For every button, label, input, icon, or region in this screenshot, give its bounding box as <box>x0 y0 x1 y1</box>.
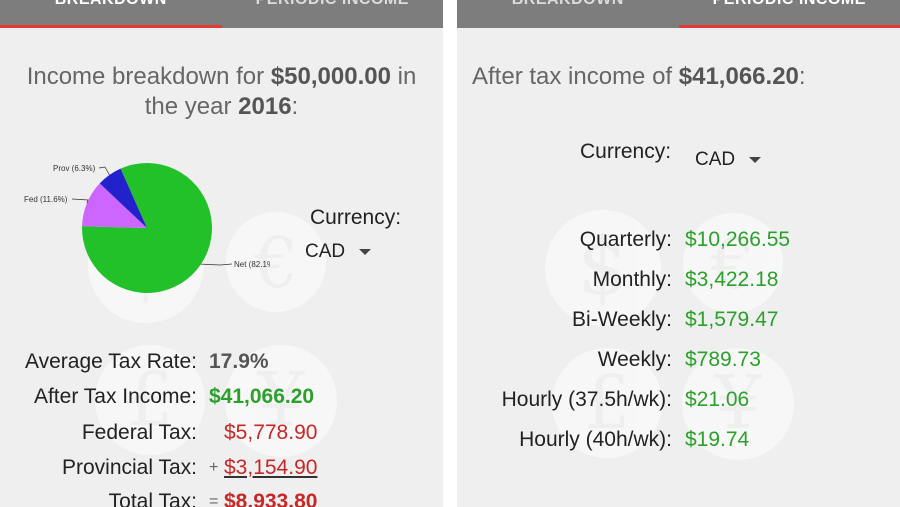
provincial-tax-value: $3,154.90 <box>224 456 318 479</box>
federal-tax-value: $5,778.90 <box>224 421 318 444</box>
tab-periodic-income[interactable]: PERIODIC INCOME <box>679 0 900 17</box>
tax-year: 2016 <box>238 93 292 120</box>
pie-label-prov: Prov (6.3%) <box>53 164 96 173</box>
caret-down-icon <box>749 156 762 163</box>
currency-dropdown[interactable]: CAD <box>305 241 372 263</box>
bi-weekly-label: Bi-Weekly: <box>572 308 672 331</box>
average-tax-rate-value: 17.9% <box>209 350 269 373</box>
tab-bar: BREAKDOWN PERIODIC INCOME <box>457 0 900 28</box>
currency-dropdown[interactable]: CAD <box>695 149 762 171</box>
pie-leader-net <box>201 263 233 266</box>
monthly-value: $3,422.18 <box>685 268 779 291</box>
total-tax-value: $8,933.80 <box>224 490 318 507</box>
average-tax-rate-label: Average Tax Rate: <box>25 350 197 373</box>
active-tab-indicator <box>678 25 900 28</box>
currency-value: CAD <box>305 241 346 262</box>
weekly-value: $789.73 <box>685 348 761 371</box>
hourly-40-value: $19.74 <box>685 428 750 451</box>
monthly-label: Monthly: <box>592 268 672 291</box>
tab-bar: BREAKDOWN PERIODIC INCOME <box>0 0 443 28</box>
breakdown-heading: Income breakdown for $50,000.00 in the y… <box>26 63 417 120</box>
tab-breakdown[interactable]: BREAKDOWN <box>0 0 222 17</box>
tab-periodic-income[interactable]: PERIODIC INCOME <box>222 0 444 17</box>
quarterly-label: Quarterly: <box>579 228 672 251</box>
bi-weekly-value: $1,579.47 <box>685 308 779 331</box>
periodic-income-panel: BREAKDOWN PERIODIC INCOME $ € £ ¥ After … <box>457 0 900 507</box>
caret-down-icon <box>359 248 372 255</box>
pie-label-fed: Fed (11.6%) <box>24 195 68 204</box>
pie-leader-prov <box>98 166 110 176</box>
federal-tax-label: Federal Tax: <box>81 421 197 444</box>
currency-label: Currency: <box>310 206 402 229</box>
pie-label-net: Net (82.1%) <box>234 260 270 269</box>
periodic-heading: After tax income of $41,066.20: <box>472 63 806 90</box>
equals-sign: = <box>209 493 219 507</box>
gross-income-amount: $50,000.00 <box>270 63 391 90</box>
after-tax-income-label: After Tax Income: <box>33 385 197 408</box>
income-pie-chart: Net (82.1%) Fed (11.6%) Prov (6.3%) <box>24 163 270 293</box>
after-tax-amount: $41,066.20 <box>678 63 799 90</box>
total-tax-label: Total Tax: <box>108 490 197 507</box>
currency-label: Currency: <box>580 140 672 163</box>
hourly-37-5-value: $21.06 <box>685 388 750 411</box>
active-tab-indicator <box>0 25 222 28</box>
tab-breakdown[interactable]: BREAKDOWN <box>457 0 679 17</box>
quarterly-value: $10,266.55 <box>685 228 791 251</box>
after-tax-income-value: $41,066.20 <box>209 385 315 408</box>
hourly-37-5-label: Hourly (37.5h/wk): <box>501 388 672 411</box>
provincial-tax-label: Provincial Tax: <box>61 456 197 479</box>
pie-leader-fed <box>71 198 89 204</box>
breakdown-panel: BREAKDOWN PERIODIC INCOME $ € £ ¥ Income… <box>0 0 443 507</box>
weekly-label: Weekly: <box>597 348 672 371</box>
hourly-40-label: Hourly (40h/wk): <box>519 428 672 451</box>
plus-sign: + <box>209 459 219 476</box>
currency-value: CAD <box>695 149 736 170</box>
